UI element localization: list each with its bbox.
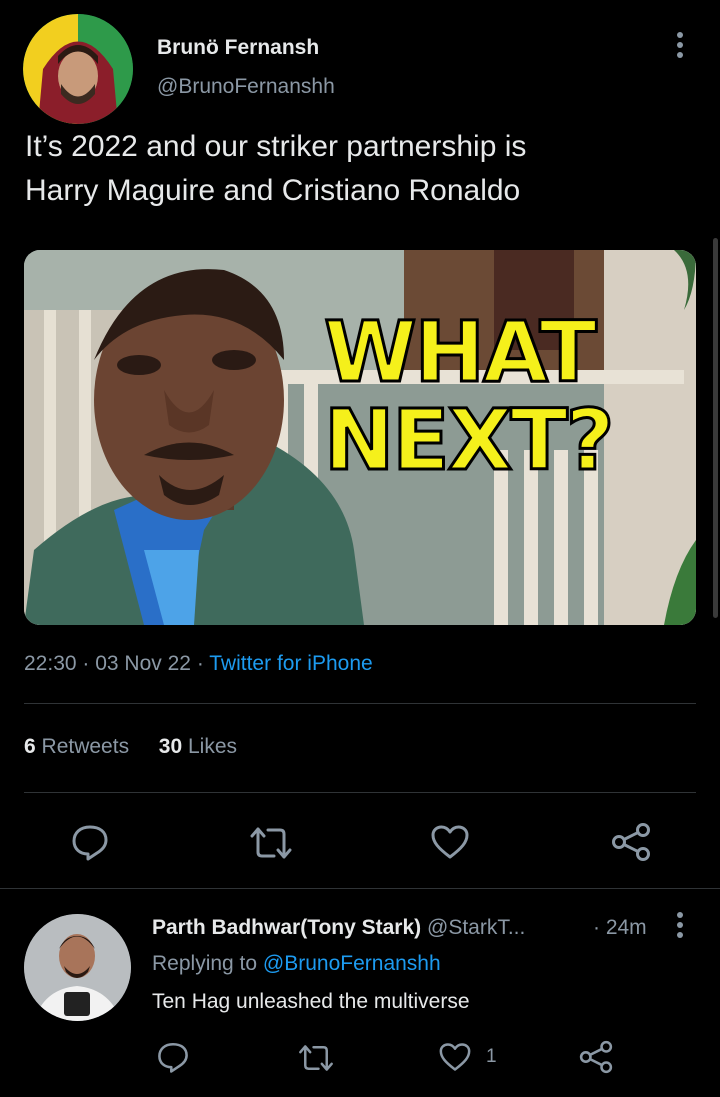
image-caption-what: WHAT bbox=[323, 303, 599, 401]
author-avatar[interactable] bbox=[23, 14, 133, 124]
author-handle[interactable]: @BrunoFernanshh bbox=[157, 75, 335, 99]
tweet-date: 03 Nov 22 bbox=[95, 652, 191, 675]
replying-to-handle[interactable]: @BrunoFernanshh bbox=[263, 952, 441, 975]
retweets-stat[interactable]: 6 Retweets bbox=[24, 735, 135, 758]
meta-separator: · bbox=[196, 652, 210, 675]
tweet-time: 22:30 bbox=[24, 652, 77, 675]
tweet-text-line-2: Harry Maguire and Cristiano Ronaldo bbox=[25, 174, 521, 207]
reply-like-count: 1 bbox=[486, 1046, 497, 1067]
reply-author-handle[interactable]: @StarkT... bbox=[427, 916, 525, 939]
reply-bubble-icon[interactable] bbox=[70, 822, 110, 862]
reply-text: Ten Hag unleashed the multiverse bbox=[152, 990, 470, 1013]
reply-author-avatar[interactable] bbox=[24, 914, 131, 1021]
meta-separator: · bbox=[82, 652, 96, 675]
retweet-icon[interactable] bbox=[297, 1042, 335, 1074]
reply-bubble-icon[interactable] bbox=[156, 1040, 190, 1074]
more-vertical-icon[interactable] bbox=[673, 911, 687, 939]
likes-count: 30 bbox=[158, 735, 183, 758]
heart-icon[interactable] bbox=[430, 824, 470, 860]
divider bbox=[24, 703, 696, 704]
scrollbar[interactable] bbox=[713, 238, 718, 618]
reply-header: Parth Badhwar(Tony Stark) @StarkT... bbox=[152, 916, 525, 940]
heart-icon[interactable] bbox=[438, 1042, 472, 1072]
more-vertical-icon[interactable] bbox=[672, 30, 688, 60]
replying-to: Replying to @BrunoFernanshh bbox=[152, 952, 441, 976]
retweets-label: Retweets bbox=[41, 735, 130, 758]
author-name[interactable]: Brunö Fernansh bbox=[157, 36, 319, 60]
tweet-text-line-1: It’s 2022 and our striker partnership is bbox=[25, 130, 527, 163]
tweet-stats: 6 Retweets 30 Likes bbox=[24, 735, 237, 759]
tweet-source[interactable]: Twitter for iPhone bbox=[209, 652, 372, 675]
retweets-count: 6 bbox=[24, 735, 36, 758]
reply-author-name[interactable]: Parth Badhwar(Tony Stark) bbox=[152, 916, 421, 939]
divider bbox=[24, 792, 696, 793]
image-caption-next: NEXT? bbox=[322, 391, 615, 489]
likes-label: Likes bbox=[187, 735, 237, 758]
reply-time[interactable]: · 24m bbox=[593, 916, 647, 940]
tweet-meta: 22:30 · 03 Nov 22 · Twitter for iPhone bbox=[24, 652, 373, 676]
retweet-icon[interactable] bbox=[248, 824, 294, 862]
share-icon[interactable] bbox=[610, 822, 652, 862]
share-icon[interactable] bbox=[578, 1040, 614, 1074]
divider bbox=[0, 888, 720, 889]
likes-stat[interactable]: 30 Likes bbox=[159, 735, 237, 758]
replying-to-prefix: Replying to bbox=[152, 952, 258, 975]
tweet-media-image[interactable]: WHAT NEXT? bbox=[24, 250, 696, 625]
